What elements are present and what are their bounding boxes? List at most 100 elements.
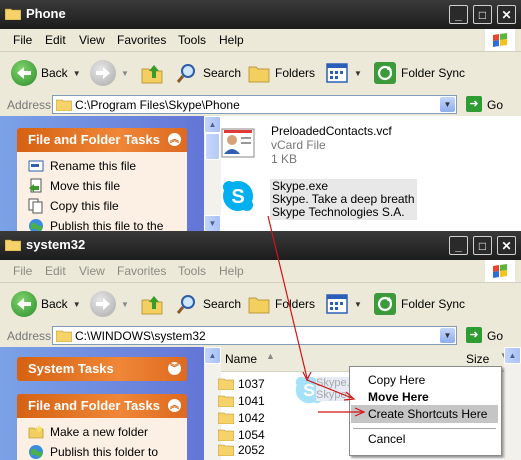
scroll-up-button[interactable]: ▲ [504, 347, 521, 364]
menu-help[interactable]: Help [219, 33, 244, 47]
menu-file[interactable]: File [13, 33, 32, 47]
phone-window: Phone _ □ ✕ File Edit View Favorites Too… [0, 0, 521, 232]
folders-label: Folders [275, 297, 316, 311]
search-icon [176, 64, 195, 83]
scroll-down-button[interactable]: ▼ [204, 215, 221, 232]
go-button[interactable]: Go [487, 98, 503, 112]
menu-favorites[interactable]: Favorites [117, 33, 166, 47]
menu-tools[interactable]: Tools [178, 33, 206, 47]
maximize-button[interactable]: □ [473, 5, 492, 24]
column-size[interactable]: Size [466, 352, 489, 366]
menu-edit[interactable]: Edit [45, 264, 66, 278]
minimize-button[interactable]: _ [449, 236, 468, 255]
up-folder-button[interactable] [140, 58, 164, 88]
vertical-scrollbar[interactable]: ▲ [504, 347, 521, 460]
menu-favorites[interactable]: Favorites [117, 264, 166, 278]
folders-button[interactable]: Folders [247, 289, 315, 319]
chevron-down-icon[interactable]: ▼ [354, 69, 362, 78]
folder-icon [218, 429, 234, 441]
search-button[interactable]: Search [175, 289, 241, 319]
views-button[interactable]: ▼ [326, 289, 362, 319]
window-title: system32 [26, 237, 86, 252]
folders-button[interactable]: Folders [247, 58, 315, 88]
task-new-folder[interactable]: Make a new folder [28, 422, 187, 442]
forward-button[interactable]: ▼ [90, 289, 129, 319]
task-label: Copy this file [50, 199, 119, 213]
task-publish[interactable]: Publish this file to the [28, 216, 187, 232]
forward-button[interactable]: ▼ [90, 58, 129, 88]
address-input[interactable]: C:\Program Files\Skype\Phone ▼ [52, 95, 457, 114]
go-button[interactable]: Go [487, 329, 503, 343]
collapse-chevron-icon[interactable]: ︽ [168, 399, 181, 412]
back-button[interactable]: Back ▼ [11, 289, 81, 319]
search-label: Search [203, 66, 242, 80]
menu-tools[interactable]: Tools [178, 264, 206, 278]
scroll-up-button[interactable]: ▲ [204, 116, 221, 133]
list-item[interactable]: 1041 [218, 392, 265, 409]
file-size: 1 KB [271, 152, 298, 166]
svg-text:S: S [231, 186, 244, 208]
folder-sync-button[interactable]: Folder Sync [373, 289, 465, 319]
file-company: Skype Technologies S.A. [272, 205, 405, 219]
go-arrow-icon[interactable]: ➜ [466, 96, 482, 112]
address-input[interactable]: C:\WINDOWS\system32 ▼ [52, 326, 457, 345]
search-button[interactable]: Search [175, 58, 241, 88]
chevron-down-icon[interactable]: ▼ [73, 300, 81, 309]
views-button[interactable]: ▼ [326, 58, 362, 88]
address-dropdown-button[interactable]: ▼ [440, 328, 455, 343]
panel-header[interactable]: System Tasks ︾ [17, 357, 187, 381]
close-button[interactable]: ✕ [497, 5, 516, 24]
vertical-scrollbar[interactable]: ▲ ▼ [204, 116, 221, 232]
menu-item-cancel[interactable]: Cancel [351, 430, 498, 448]
chevron-down-icon[interactable]: ▼ [121, 69, 129, 78]
menu-view[interactable]: View [79, 33, 105, 47]
copy-icon [28, 198, 43, 214]
panel-header[interactable]: File and Folder Tasks ︽ [17, 394, 187, 418]
address-dropdown-button[interactable]: ▼ [440, 97, 455, 112]
list-item[interactable]: 1037 [218, 375, 265, 392]
expand-chevron-icon[interactable]: ︾ [168, 362, 181, 375]
chevron-down-icon[interactable]: ▼ [354, 300, 362, 309]
chevron-down-icon[interactable]: ▼ [73, 69, 81, 78]
menu-item-create-shortcuts-here[interactable]: Create Shortcuts Here [351, 405, 498, 423]
task-rename[interactable]: Rename this file [28, 156, 187, 176]
folder-icon [56, 330, 72, 342]
scroll-thumb[interactable] [205, 133, 220, 160]
collapse-chevron-icon[interactable]: ︽ [168, 133, 181, 146]
list-item[interactable]: 1054 [218, 426, 265, 443]
svg-text:S: S [303, 380, 315, 400]
back-button[interactable]: Back ▼ [11, 58, 81, 88]
menu-file[interactable]: File [13, 264, 32, 278]
up-folder-button[interactable] [140, 289, 164, 319]
column-name[interactable]: Name [225, 352, 257, 366]
folder-icon [218, 378, 234, 390]
menu-item-move-here[interactable]: Move Here [351, 388, 498, 406]
panel-title: File and Folder Tasks [28, 398, 160, 413]
folder-name: 1041 [238, 393, 265, 408]
chevron-down-icon[interactable]: ▼ [121, 300, 129, 309]
title-bar[interactable]: Phone _ □ ✕ [0, 0, 521, 29]
minimize-button[interactable]: _ [449, 5, 468, 24]
folder-sync-button[interactable]: Folder Sync [373, 58, 465, 88]
back-label: Back [41, 66, 68, 80]
task-publish-folder[interactable]: Publish this folder to [28, 442, 187, 460]
title-bar[interactable]: system32 _ □ ✕ [0, 231, 521, 260]
task-label: Rename this file [50, 159, 137, 173]
file-name: PreloadedContacts.vcf [271, 124, 392, 138]
list-item[interactable]: 2052 [218, 443, 265, 456]
menu-edit[interactable]: Edit [45, 33, 66, 47]
menu-view[interactable]: View [79, 264, 105, 278]
task-copy[interactable]: Copy this file [28, 196, 187, 216]
task-move[interactable]: Move this file [28, 176, 187, 196]
list-item[interactable]: 1042 [218, 409, 265, 426]
scroll-up-button[interactable]: ▲ [204, 347, 221, 364]
menu-help[interactable]: Help [219, 264, 244, 278]
menu-item-copy-here[interactable]: Copy Here [351, 371, 498, 389]
skype-logo-icon: S [223, 181, 253, 211]
windows-logo-icon [485, 260, 515, 282]
maximize-button[interactable]: □ [473, 236, 492, 255]
close-button[interactable]: ✕ [497, 236, 516, 255]
go-arrow-icon[interactable]: ➜ [466, 327, 482, 343]
panel-header[interactable]: File and Folder Tasks ︽ [17, 128, 187, 152]
views-icon [326, 63, 348, 83]
